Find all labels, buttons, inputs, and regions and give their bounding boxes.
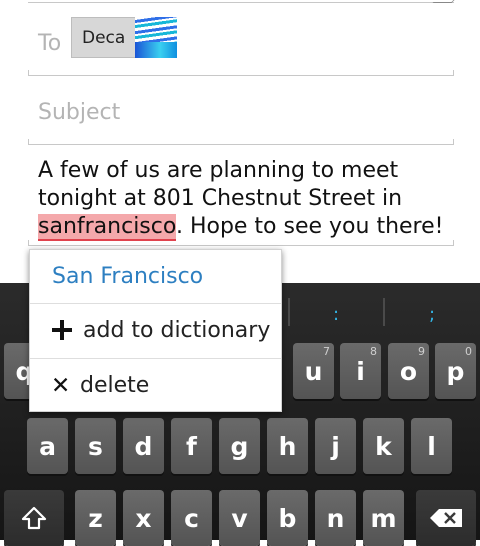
key-label: p [446, 356, 465, 386]
key-label: h [278, 431, 297, 461]
key-label: f [186, 431, 197, 461]
key-label: a [39, 431, 56, 461]
key-m[interactable]: m [363, 490, 404, 546]
body-text-start: A few of us are planning to meet tonight… [38, 158, 403, 211]
key-label: b [278, 503, 297, 533]
key-label: m [370, 503, 397, 533]
suggestion-separator [288, 298, 290, 326]
shift-arrow-icon [21, 506, 47, 530]
key-f[interactable]: f [171, 418, 212, 474]
key-label: d [134, 431, 153, 461]
key-label: s [88, 431, 103, 461]
key-l[interactable]: l [411, 418, 452, 474]
misspelled-word[interactable]: sanfrancisco [38, 214, 176, 241]
key-label: l [427, 431, 436, 461]
suggestion-item[interactable]: San Francisco [30, 250, 281, 304]
body-text-end: . Hope to see you there! [175, 214, 444, 239]
key-hint: 0 [465, 345, 472, 358]
key-g[interactable]: g [219, 418, 260, 474]
key-label: x [135, 503, 152, 533]
key-x[interactable]: x [123, 490, 164, 546]
delete-item[interactable]: ✕ delete [30, 359, 281, 413]
key-label: g [230, 431, 249, 461]
spell-suggestion-popup: San Francisco add to dictionary ✕ delete [29, 249, 282, 412]
backspace-key[interactable] [416, 490, 476, 546]
key-hint: 9 [418, 345, 425, 358]
key-label: u [304, 356, 323, 386]
add-to-dictionary-item[interactable]: add to dictionary [30, 304, 281, 358]
field-corner-mark [432, 0, 459, 3]
backspace-icon [430, 509, 462, 527]
key-label: n [326, 503, 345, 533]
key-label: k [375, 431, 392, 461]
close-icon: ✕ [51, 373, 71, 399]
key-o[interactable]: o9 [388, 343, 429, 399]
shift-key[interactable] [4, 490, 64, 546]
suggestion-colon[interactable]: : [333, 304, 339, 325]
key-hint: 8 [370, 345, 377, 358]
key-d[interactable]: d [123, 418, 164, 474]
key-k[interactable]: k [363, 418, 404, 474]
key-label: i [356, 356, 365, 386]
delete-label: delete [80, 373, 150, 398]
subject-field-underline [28, 139, 454, 145]
key-label: o [399, 356, 418, 386]
key-hint: 7 [323, 345, 330, 358]
recipient-chip[interactable]: Deca [71, 17, 177, 58]
suggestion-separator [383, 298, 385, 326]
key-n[interactable]: n [315, 490, 356, 546]
plus-icon [52, 320, 72, 340]
key-v[interactable]: v [219, 490, 260, 546]
key-j[interactable]: j [315, 418, 356, 474]
key-u[interactable]: u7 [293, 343, 334, 399]
message-body[interactable]: A few of us are planning to meet tonight… [38, 157, 458, 241]
recipient-name: Deca [82, 28, 126, 48]
to-label: To [38, 31, 62, 56]
key-c[interactable]: c [171, 490, 212, 546]
body-field-underline [28, 240, 454, 246]
key-label: z [88, 503, 103, 533]
key-b[interactable]: b [267, 490, 308, 546]
suggestion-semicolon[interactable]: ; [429, 304, 435, 325]
recipient-photo [135, 17, 177, 58]
key-label: j [331, 431, 340, 461]
subject-field[interactable]: Subject [38, 100, 120, 125]
key-s[interactable]: s [75, 418, 116, 474]
add-to-dictionary-label: add to dictionary [83, 318, 271, 343]
key-label: v [231, 503, 248, 533]
key-label: c [184, 503, 199, 533]
to-field-underline [28, 70, 454, 76]
key-h[interactable]: h [267, 418, 308, 474]
key-p[interactable]: p0 [435, 343, 476, 399]
key-z[interactable]: z [75, 490, 116, 546]
suggestion-text: San Francisco [52, 264, 204, 289]
previous-field-underline [28, 0, 454, 3]
key-a[interactable]: a [27, 418, 68, 474]
key-i[interactable]: i8 [340, 343, 381, 399]
